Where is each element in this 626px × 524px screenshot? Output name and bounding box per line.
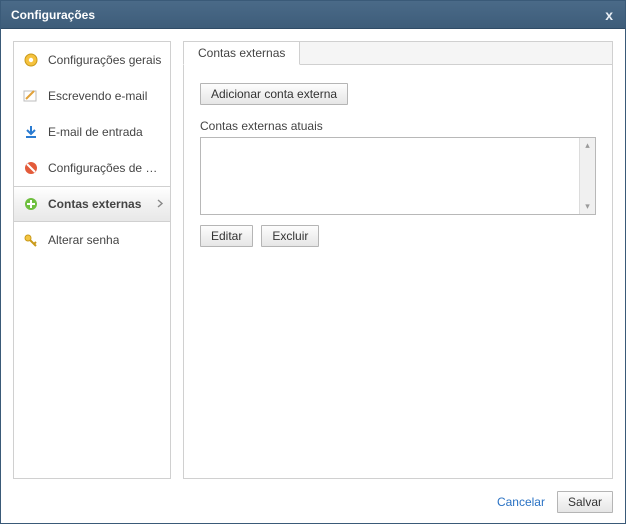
dialog-footer: Cancelar Salvar xyxy=(1,485,625,523)
settings-dialog: Configurações x Configurações gerais Esc… xyxy=(0,0,626,524)
sidebar-item-label: Configurações gerais xyxy=(48,53,161,67)
sidebar-item-label: E-mail de entrada xyxy=(48,125,143,139)
sidebar: Configurações gerais Escrevendo e-mail E… xyxy=(13,41,171,479)
sidebar-item-label: Escrevendo e-mail xyxy=(48,89,147,103)
sidebar-item-spam[interactable]: Configurações de spam xyxy=(14,150,170,186)
save-button[interactable]: Salvar xyxy=(557,491,613,513)
compose-icon xyxy=(22,87,40,105)
gear-icon xyxy=(22,51,40,69)
dialog-title: Configurações xyxy=(11,8,95,22)
cancel-link[interactable]: Cancelar xyxy=(497,495,545,509)
edit-button[interactable]: Editar xyxy=(200,225,253,247)
list-label: Contas externas atuais xyxy=(200,119,596,133)
tab-label: Contas externas xyxy=(198,46,285,60)
external-accounts-listbox[interactable]: ▴ ▾ xyxy=(200,137,596,215)
add-external-account-button[interactable]: Adicionar conta externa xyxy=(200,83,348,105)
key-icon xyxy=(22,231,40,249)
scrollbar[interactable]: ▴ ▾ xyxy=(579,138,595,214)
sidebar-item-compose[interactable]: Escrevendo e-mail xyxy=(14,78,170,114)
chevron-right-icon xyxy=(157,197,164,211)
titlebar: Configurações x xyxy=(1,1,625,29)
add-icon xyxy=(22,195,40,213)
sidebar-item-incoming[interactable]: E-mail de entrada xyxy=(14,114,170,150)
sidebar-item-label: Alterar senha xyxy=(48,233,119,247)
delete-button[interactable]: Excluir xyxy=(261,225,319,247)
sidebar-item-password[interactable]: Alterar senha xyxy=(14,222,170,258)
sidebar-item-label: Contas externas xyxy=(48,197,141,211)
sidebar-item-external-accounts[interactable]: Contas externas xyxy=(14,186,170,222)
content-inner: Adicionar conta externa Contas externas … xyxy=(184,65,612,478)
close-icon[interactable]: x xyxy=(601,7,617,23)
tab-external-accounts[interactable]: Contas externas xyxy=(183,41,300,65)
scroll-up-icon[interactable]: ▴ xyxy=(585,140,590,151)
content-panel: Contas externas Adicionar conta externa … xyxy=(183,41,613,479)
sidebar-item-label: Configurações de spam xyxy=(48,161,162,175)
sidebar-item-general[interactable]: Configurações gerais xyxy=(14,42,170,78)
scroll-down-icon[interactable]: ▾ xyxy=(585,201,590,212)
block-icon xyxy=(22,159,40,177)
dialog-body: Configurações gerais Escrevendo e-mail E… xyxy=(1,29,625,485)
list-action-row: Editar Excluir xyxy=(200,225,596,247)
download-icon xyxy=(22,123,40,141)
